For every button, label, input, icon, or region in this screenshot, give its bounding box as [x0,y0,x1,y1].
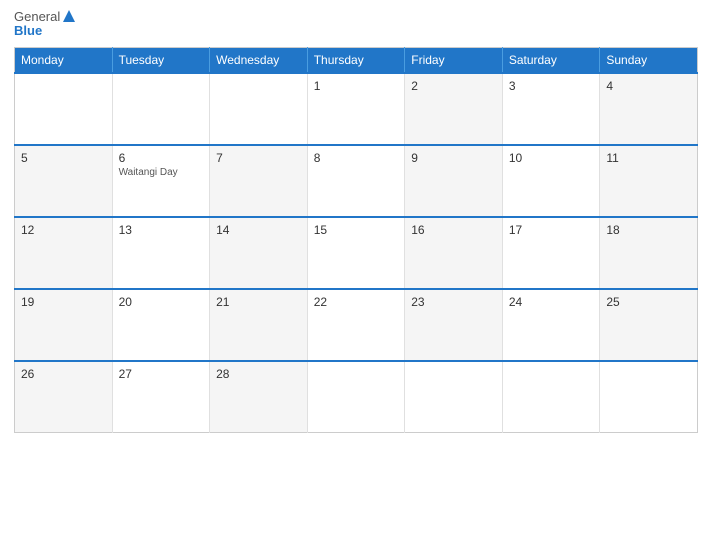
day-number: 10 [509,151,594,165]
weekday-header-tuesday: Tuesday [112,47,210,73]
calendar-page: General Blue MondayTuesdayWednesdayThurs… [0,0,712,550]
day-number: 12 [21,223,106,237]
weekday-header-sunday: Sunday [600,47,698,73]
week-row-2: 56 Waitangi Day 789 10 11 [15,145,698,217]
day-number: 5 [21,151,106,165]
calendar-cell: 4 [600,73,698,145]
calendar-cell [112,73,210,145]
week-row-5: 26 27 28 [15,361,698,433]
day-number: 7 [216,151,301,165]
calendar-cell [405,361,503,433]
calendar-table: MondayTuesdayWednesdayThursdayFridaySatu… [14,47,698,434]
calendar-cell: 9 [405,145,503,217]
day-number: 19 [21,295,106,309]
calendar-cell: 20 [112,289,210,361]
calendar-cell [15,73,113,145]
logo-triangle-icon [62,9,76,23]
calendar-cell: 23 [405,289,503,361]
day-number: 26 [21,367,106,381]
logo: General Blue [14,10,76,39]
day-number: 18 [606,223,691,237]
day-number: 24 [509,295,594,309]
calendar-cell: 24 [502,289,600,361]
day-number: 8 [314,151,399,165]
day-number: 21 [216,295,301,309]
day-number: 9 [411,151,496,165]
weekday-header-saturday: Saturday [502,47,600,73]
day-number: 22 [314,295,399,309]
day-number: 11 [606,151,691,165]
day-number: 3 [509,79,594,93]
calendar-cell [307,361,405,433]
day-number: 1 [314,79,399,93]
header: General Blue [14,10,698,39]
day-number: 17 [509,223,594,237]
week-row-1: 1234 [15,73,698,145]
day-number: 13 [119,223,204,237]
day-number: 6 [119,151,204,165]
calendar-cell: 17 [502,217,600,289]
day-number: 25 [606,295,691,309]
calendar-cell: 27 [112,361,210,433]
day-number: 23 [411,295,496,309]
day-number: 27 [119,367,204,381]
calendar-cell: 22 [307,289,405,361]
calendar-cell: 3 [502,73,600,145]
calendar-cell [502,361,600,433]
logo-blue-text: Blue [14,24,42,38]
calendar-cell: 15 [307,217,405,289]
calendar-cell [210,73,308,145]
day-number: 16 [411,223,496,237]
calendar-cell: 12 [15,217,113,289]
weekday-header-monday: Monday [15,47,113,73]
logo-general-text: General [14,10,60,24]
calendar-cell: 1 [307,73,405,145]
weekday-header-friday: Friday [405,47,503,73]
day-number: 20 [119,295,204,309]
calendar-cell: 5 [15,145,113,217]
week-row-3: 12 13 14 15 16 17 18 [15,217,698,289]
calendar-cell: 19 [15,289,113,361]
calendar-cell: 8 [307,145,405,217]
calendar-cell: 13 [112,217,210,289]
day-number: 28 [216,367,301,381]
day-number: 14 [216,223,301,237]
weekday-header-row: MondayTuesdayWednesdayThursdayFridaySatu… [15,47,698,73]
calendar-cell: 11 [600,145,698,217]
weekday-header-wednesday: Wednesday [210,47,308,73]
calendar-cell: 2 [405,73,503,145]
calendar-cell: 18 [600,217,698,289]
calendar-cell: 10 [502,145,600,217]
calendar-cell: 14 [210,217,308,289]
calendar-cell: 25 [600,289,698,361]
calendar-cell: 16 [405,217,503,289]
day-number: 2 [411,79,496,93]
calendar-cell: 28 [210,361,308,433]
day-number: 4 [606,79,691,93]
calendar-cell: 7 [210,145,308,217]
week-row-4: 19 20 21 22 23 24 25 [15,289,698,361]
weekday-header-thursday: Thursday [307,47,405,73]
calendar-cell [600,361,698,433]
calendar-cell: 26 [15,361,113,433]
calendar-cell: 6 Waitangi Day [112,145,210,217]
calendar-cell: 21 [210,289,308,361]
event-label: Waitangi Day [119,167,204,178]
day-number: 15 [314,223,399,237]
